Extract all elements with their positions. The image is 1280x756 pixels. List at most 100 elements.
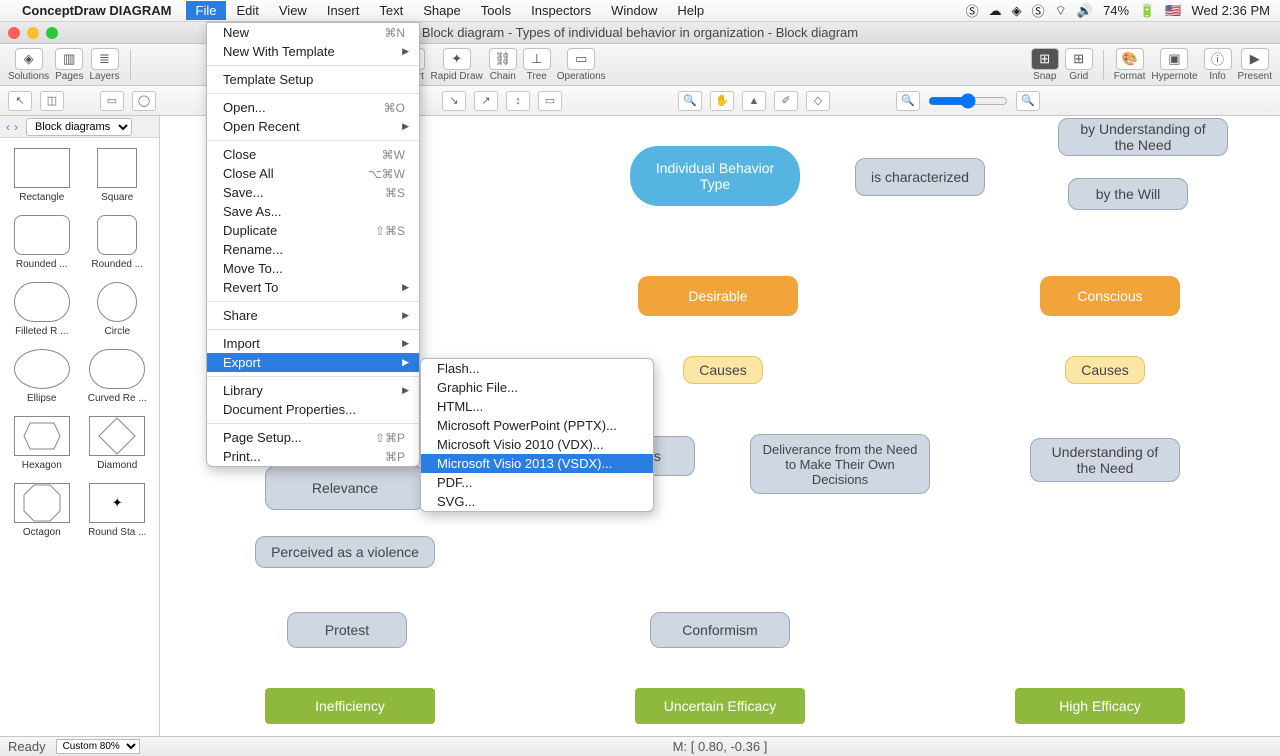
shape-circle[interactable]: Circle — [82, 278, 154, 341]
file-menu-item-25[interactable]: Page Setup...⇧⌘P — [207, 428, 419, 447]
file-menu-item-20[interactable]: Export — [207, 353, 419, 372]
node-conscious[interactable]: Conscious — [1040, 276, 1180, 316]
chain-button[interactable]: ⛓Chain — [489, 48, 517, 82]
node-relevance[interactable]: Relevance — [265, 466, 425, 510]
present-button[interactable]: ▶Present — [1238, 48, 1272, 82]
node-deliverance[interactable]: Deliverance from the Need to Make Their … — [750, 434, 930, 494]
file-menu-item-22[interactable]: Library — [207, 381, 419, 400]
file-menu-item-5[interactable]: Open...⌘O — [207, 98, 419, 117]
menu-text[interactable]: Text — [369, 1, 413, 20]
export-menu-item-1[interactable]: Graphic File... — [421, 378, 653, 397]
file-menu-item-10[interactable]: Save...⌘S — [207, 183, 419, 202]
info-button[interactable]: ⓘInfo — [1204, 48, 1232, 82]
hand-tool[interactable]: ✋ — [710, 91, 734, 111]
nav-fwd-icon[interactable]: › — [14, 120, 18, 134]
export-menu-item-0[interactable]: Flash... — [421, 359, 653, 378]
grid-button[interactable]: ⊞Grid — [1065, 48, 1093, 82]
pages-button[interactable]: ▥Pages — [55, 48, 83, 82]
menu-file[interactable]: File — [186, 1, 227, 20]
connector-2[interactable]: ↗ — [474, 91, 498, 111]
file-menu-item-0[interactable]: New⌘N — [207, 23, 419, 42]
zoom-window-button[interactable] — [46, 27, 58, 39]
nav-back-icon[interactable]: ‹ — [6, 120, 10, 134]
rect-tool[interactable]: ▭ — [100, 91, 124, 111]
s-icon[interactable]: Ⓢ — [966, 1, 979, 20]
connector-4[interactable]: ▭ — [538, 91, 562, 111]
file-menu-item-23[interactable]: Document Properties... — [207, 400, 419, 419]
export-menu-item-4[interactable]: Microsoft Visio 2010 (VDX)... — [421, 435, 653, 454]
shape-diamond[interactable]: Diamond — [82, 412, 154, 475]
eraser-tool[interactable]: ◇ — [806, 91, 830, 111]
zoom-in-icon[interactable]: 🔍 — [678, 91, 702, 111]
file-menu-item-15[interactable]: Revert To — [207, 278, 419, 297]
export-menu-item-6[interactable]: PDF... — [421, 473, 653, 492]
operations-button[interactable]: ▭Operations — [557, 48, 606, 82]
shape-rectangle[interactable]: Rectangle — [6, 144, 78, 207]
zoom-in-icon-2[interactable]: 🔍 — [1016, 91, 1040, 111]
shape-filleted[interactable]: Filleted R ... — [6, 278, 78, 341]
menu-tools[interactable]: Tools — [471, 1, 521, 20]
ellipse-tool[interactable]: ◯ — [132, 91, 156, 111]
connector-1[interactable]: ↘ — [442, 91, 466, 111]
file-menu-item-9[interactable]: Close All⌥⌘W — [207, 164, 419, 183]
menu-edit[interactable]: Edit — [226, 1, 268, 20]
node-understanding-need[interactable]: by Understanding of the Need — [1058, 118, 1228, 156]
file-menu-item-26[interactable]: Print...⌘P — [207, 447, 419, 466]
file-menu-item-17[interactable]: Share — [207, 306, 419, 325]
menu-shape[interactable]: Shape — [413, 1, 471, 20]
close-window-button[interactable] — [8, 27, 20, 39]
export-menu-item-7[interactable]: SVG... — [421, 492, 653, 511]
node-will[interactable]: by the Will — [1068, 178, 1188, 210]
node-inefficiency[interactable]: Inefficiency — [265, 688, 435, 724]
node-conformism[interactable]: Conformism — [650, 612, 790, 648]
snap-button[interactable]: ⊞Snap — [1031, 48, 1059, 82]
zoom-slider[interactable] — [928, 93, 1008, 109]
zoom-selector[interactable]: Custom 80% — [56, 739, 140, 754]
shape-curved[interactable]: Curved Re ... — [82, 345, 154, 408]
node-characterized[interactable]: is characterized — [855, 158, 985, 196]
export-menu-item-5[interactable]: Microsoft Visio 2013 (VSDX)... — [421, 454, 653, 473]
stamp-tool[interactable]: ▲ — [742, 91, 766, 111]
battery-icon[interactable]: 🔋 — [1139, 3, 1155, 19]
shape-hexagon[interactable]: Hexagon — [6, 412, 78, 475]
library-selector[interactable]: Block diagrams — [26, 118, 132, 136]
solutions-button[interactable]: ◈Solutions — [8, 48, 49, 82]
minimize-window-button[interactable] — [27, 27, 39, 39]
cloud-icon[interactable]: ☁ — [989, 3, 1002, 19]
layers-button[interactable]: ≣Layers — [90, 48, 120, 82]
shape-star[interactable]: ✦Round Sta ... — [82, 479, 154, 542]
shape-rounded-1[interactable]: Rounded ... — [6, 211, 78, 274]
node-causes-1[interactable]: Causes — [683, 356, 763, 384]
node-uncertain[interactable]: Uncertain Efficacy — [635, 688, 805, 724]
file-menu-item-11[interactable]: Save As... — [207, 202, 419, 221]
rapid-draw-button[interactable]: ✦Rapid Draw — [431, 48, 483, 82]
tree-button[interactable]: ⊥Tree — [523, 48, 551, 82]
file-menu-item-8[interactable]: Close⌘W — [207, 145, 419, 164]
file-menu-item-19[interactable]: Import — [207, 334, 419, 353]
flag-icon[interactable]: 🇺🇸 — [1165, 3, 1181, 19]
shape-octagon[interactable]: Octagon — [6, 479, 78, 542]
node-high-efficacy[interactable]: High Efficacy — [1015, 688, 1185, 724]
node-protest[interactable]: Protest — [287, 612, 407, 648]
shape-square[interactable]: Square — [82, 144, 154, 207]
hypernote-button[interactable]: ▣Hypernote — [1151, 48, 1197, 82]
menu-inspectors[interactable]: Inspectors — [521, 1, 601, 20]
eyedropper-tool[interactable]: ✐ — [774, 91, 798, 111]
file-menu-item-1[interactable]: New With Template — [207, 42, 419, 61]
file-menu-item-14[interactable]: Move To... — [207, 259, 419, 278]
skype-icon[interactable]: Ⓢ — [1032, 1, 1045, 20]
volume-icon[interactable]: 🔊 — [1077, 3, 1093, 19]
export-menu-item-2[interactable]: HTML... — [421, 397, 653, 416]
shape-ellipse[interactable]: Ellipse — [6, 345, 78, 408]
shape-rounded-2[interactable]: Rounded ... — [82, 211, 154, 274]
format-button[interactable]: 🎨Format — [1114, 48, 1146, 82]
export-menu-item-3[interactable]: Microsoft PowerPoint (PPTX)... — [421, 416, 653, 435]
node-understanding-2[interactable]: Understanding of the Need — [1030, 438, 1180, 482]
node-perceived[interactable]: Perceived as a violence — [255, 536, 435, 568]
file-menu-item-12[interactable]: Duplicate⇧⌘S — [207, 221, 419, 240]
node-causes-2[interactable]: Causes — [1065, 356, 1145, 384]
zoom-out-icon[interactable]: 🔍 — [896, 91, 920, 111]
node-individual-behavior[interactable]: Individual Behavior Type — [630, 146, 800, 206]
diamond-icon[interactable]: ◈ — [1012, 3, 1022, 19]
marquee-tool[interactable]: ◫ — [40, 91, 64, 111]
